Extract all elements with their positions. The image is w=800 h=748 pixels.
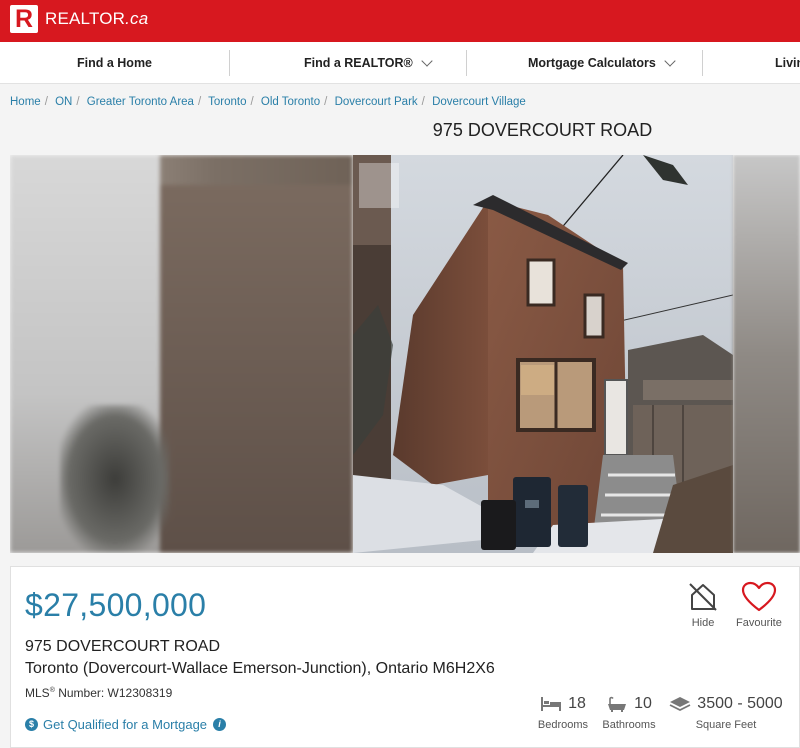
mls-number: MLS® Number: W12308319 (25, 686, 173, 700)
bedrooms-stat: 18 Bedrooms (537, 695, 589, 731)
hide-house-icon (689, 583, 717, 611)
heart-icon (741, 581, 777, 612)
listing-photo[interactable] (353, 155, 733, 553)
main-nav: Find a Home Find a REALTOR® Mortgage Cal… (0, 42, 800, 84)
address-city: Toronto (Dovercourt-Wallace Emerson-Junc… (25, 660, 495, 677)
bed-icon (541, 697, 562, 711)
nav-living[interactable]: Livin (775, 42, 800, 84)
hide-button[interactable]: Hide (687, 581, 719, 629)
breadcrumb-dovercourt-village[interactable]: Dovercourt Village (432, 96, 526, 108)
breadcrumb-toronto[interactable]: Toronto (208, 96, 246, 108)
nav-find-a-realtor[interactable]: Find a REALTOR® (304, 42, 433, 84)
address-street: 975 DOVERCOURT ROAD (25, 638, 221, 655)
nav-divider (229, 50, 230, 76)
house-photo-illustration (353, 155, 733, 553)
breadcrumb: Home / ON / Greater Toronto Area / Toronto /… (10, 96, 526, 108)
bathtub-icon (608, 696, 627, 712)
photo-gallery[interactable] (10, 155, 800, 553)
breadcrumb-dovercourt-park[interactable]: Dovercourt Park (335, 96, 418, 108)
nav-find-a-home[interactable]: Find a Home (77, 42, 152, 84)
previous-photo-blur[interactable] (10, 155, 353, 553)
breadcrumb-home[interactable]: Home (10, 96, 41, 108)
site-header: R REALTOR.ca (0, 0, 800, 42)
breadcrumb-gta[interactable]: Greater Toronto Area (87, 96, 194, 108)
get-qualified-link[interactable]: $ Get Qualified for a Mortgage i (25, 717, 227, 732)
bathrooms-stat: 10 Bathrooms (602, 695, 656, 731)
logo-name: REALTOR (45, 9, 126, 28)
layers-icon (669, 697, 691, 712)
logo-mark: R (10, 5, 38, 33)
listing-price: $27,500,000 (25, 587, 207, 623)
logo-suffix: .ca (125, 9, 149, 28)
page-title: 975 DOVERCOURT ROAD (432, 120, 653, 140)
chevron-down-icon (421, 54, 433, 67)
nav-divider (466, 50, 467, 76)
area-stat: 3500 - 5000 Square Feet (665, 695, 787, 731)
next-photo-blur[interactable] (733, 155, 800, 553)
dollar-icon: $ (25, 718, 38, 731)
info-icon[interactable]: i (213, 718, 227, 731)
nav-mortgage-calculators[interactable]: Mortgage Calculators (528, 42, 676, 84)
listing-summary-card: $27,500,000 975 DOVERCOURT ROAD Toronto … (10, 566, 800, 748)
breadcrumb-on[interactable]: ON (55, 96, 72, 108)
nav-divider (702, 50, 703, 76)
favourite-button[interactable]: Favourite (736, 581, 782, 629)
breadcrumb-old-toronto[interactable]: Old Toronto (261, 96, 320, 108)
chevron-down-icon (664, 54, 676, 67)
realtor-logo[interactable]: R REALTOR.ca (10, 5, 148, 33)
